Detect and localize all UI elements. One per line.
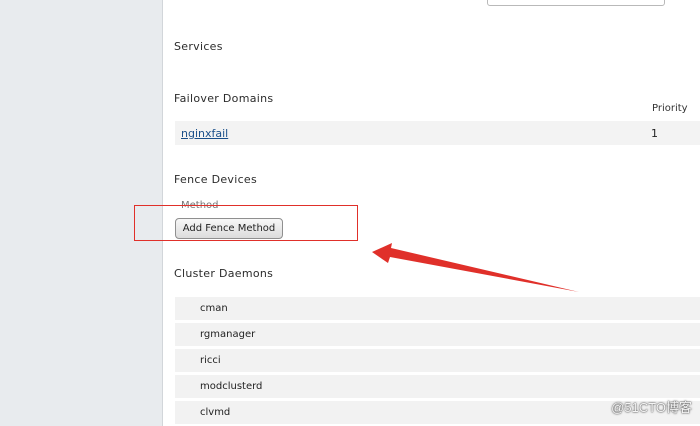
daemon-row: rgmanager: [175, 323, 700, 346]
daemon-row: cman: [175, 297, 700, 320]
daemon-name: cman: [200, 303, 228, 314]
top-input-field[interactable]: [487, 0, 665, 6]
daemon-name: modclusterd: [200, 381, 263, 392]
failover-domains-heading: Failover Domains: [174, 92, 274, 105]
watermark: @51CTO博客: [611, 400, 692, 415]
daemon-name: rgmanager: [200, 329, 256, 340]
failover-domain-priority: 1: [651, 127, 658, 140]
priority-column-header: Priority: [652, 103, 688, 114]
cluster-daemons-heading: Cluster Daemons: [174, 267, 274, 280]
daemon-name: clvmd: [200, 407, 231, 418]
daemon-name: ricci: [200, 355, 221, 366]
daemon-row: ricci: [175, 349, 700, 372]
daemon-row: modclusterd: [175, 375, 700, 398]
fence-devices-heading: Fence Devices: [174, 173, 258, 186]
annotation-highlight-box: [134, 205, 358, 241]
failover-domain-row: nginxfail 1: [175, 121, 700, 145]
services-heading: Services: [174, 40, 223, 53]
failover-domain-link[interactable]: nginxfail: [181, 127, 228, 140]
